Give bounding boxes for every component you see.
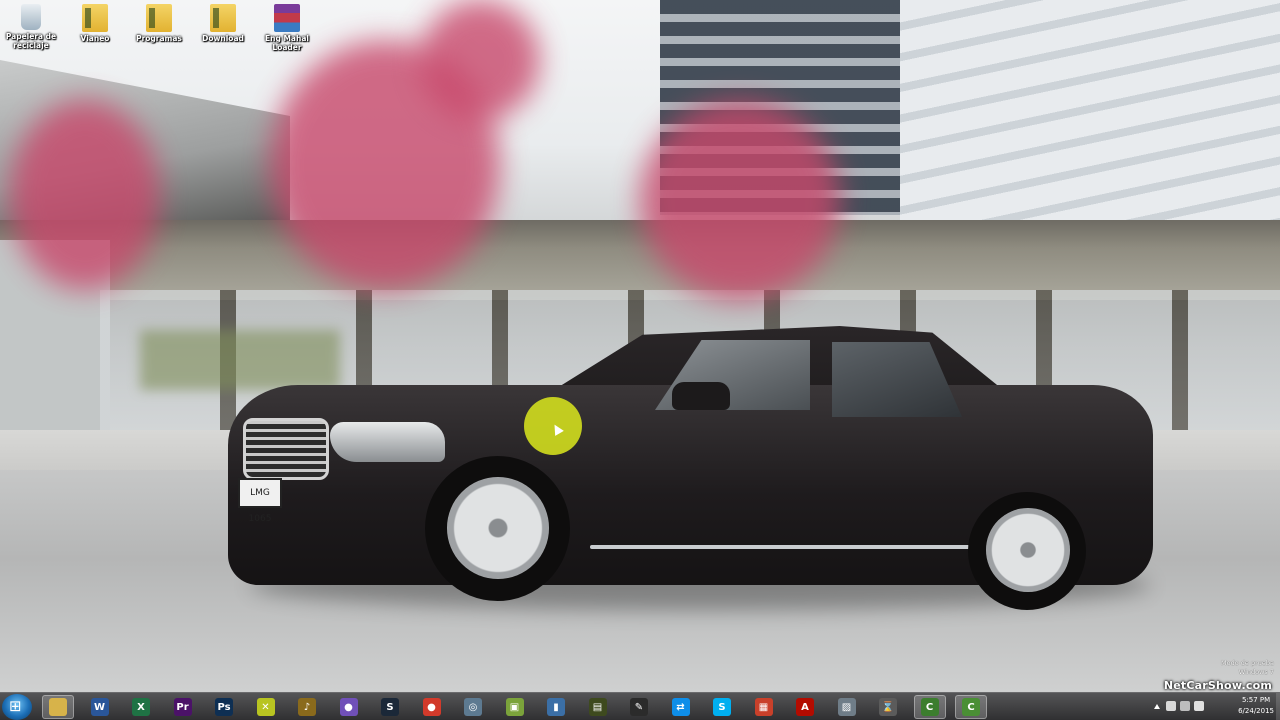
purple-app-icon: ● [339,698,358,716]
desktop-icon-label: Download [202,34,244,43]
chrome-icon: ● [422,698,441,716]
word-icon: W [90,698,109,716]
test-mode-watermark: Modo de prueba Windows 7 [1221,659,1274,677]
car-mirror [672,382,730,410]
folder-icon [82,4,108,32]
grid-app-icon: ▦ [754,698,773,716]
taskbar-app-media-app[interactable]: ▤ [582,695,614,719]
taskbar-app-image-app[interactable]: ▨ [831,695,863,719]
car-headlight [330,422,445,462]
pen-tool-icon: ✎ [630,698,648,716]
folder-icon [146,4,172,32]
watermark-line-1: Modo de prueba [1221,659,1274,667]
system-tray: 5:57 PM 6/24/2015 [1150,693,1280,720]
camtasia-2-icon: C [962,698,980,716]
car-license-plate: LMG 1065 [238,478,282,524]
taskbar-app-pen-tool[interactable]: ✎ [623,695,655,719]
start-button[interactable] [2,694,32,720]
folder-green-icon: ▣ [505,698,524,716]
folder-icon [210,4,236,32]
photoshop-icon: Ps [215,698,233,716]
steam-icon: S [381,698,399,716]
car-front-rim [447,477,549,579]
clock-date: 6/24/2015 [1238,707,1274,715]
desktop-icon-recycle-bin[interactable]: Papelera de reciclaje [3,4,59,50]
taskbar-app-teamviewer[interactable]: ⇄ [665,695,697,719]
premiere-icon: Pr [173,698,192,716]
car-rear-rim [986,508,1070,592]
tool-yellow-cross-icon: ✕ [256,698,275,716]
watermark-line-2: Windows 7 [1238,668,1274,676]
taskbar-app-chrome[interactable]: ● [416,695,448,719]
blossom-tree [10,100,160,290]
taskbar-app-tool-yellow-cross[interactable]: ✕ [250,695,282,719]
blossom-tree [640,100,840,300]
winamp-icon: ♪ [298,698,316,716]
taskbar-app-acrobat[interactable]: A [789,695,821,719]
taskbar-app-hourglass-app[interactable]: ⌛ [872,695,904,719]
volume-icon[interactable] [1166,701,1176,711]
skype-icon: S [713,698,731,716]
taskbar-app-skype[interactable]: S [706,695,738,719]
desktop-icon-label: Vianeo [80,34,110,43]
acrobat-icon: A [796,698,814,716]
taskbar-app-file-explorer[interactable] [42,695,74,719]
taskbar-app-camtasia-2[interactable]: C [955,695,987,719]
excel-icon: X [132,698,150,716]
car-grille [243,418,329,480]
recycle-bin-icon [21,4,41,30]
taskbar-app-word[interactable]: W [84,695,116,719]
desktop-wallpaper: LMG 1065 [0,0,1280,692]
greenery [140,330,340,390]
building-ceiling-band [0,220,1280,300]
disc-app-icon: ◎ [464,698,482,716]
car-chrome-trim [590,545,970,549]
building-facade-panel [900,0,1280,225]
tray-clock[interactable]: 5:57 PM 6/24/2015 [1238,695,1274,717]
taskbar-app-folder-green[interactable]: ▣ [499,695,531,719]
desktop-icon-programas[interactable]: Programas [131,4,187,43]
taskbar-app-excel[interactable]: X [125,695,157,719]
desktop-icon-label: Programas [136,34,182,43]
usb-app-icon: ▮ [547,698,565,716]
desktop-icon-label: Papelera de reciclaje [5,32,57,50]
image-app-icon: ▨ [837,698,856,716]
winrar-archive-icon [274,4,300,32]
clock-time: 5:57 PM [1241,696,1271,704]
desktop-icon-vianeo[interactable]: Vianeo [67,4,123,43]
media-app-icon: ▤ [588,698,607,716]
action-center-icon[interactable] [1194,701,1204,711]
network-icon[interactable] [1180,701,1190,711]
file-explorer-icon [49,698,67,716]
desktop-icon-download[interactable]: Download [195,4,251,43]
camtasia-1-icon: C [920,698,939,716]
taskbar-app-premiere[interactable]: Pr [167,695,199,719]
taskbar-app-steam[interactable]: S [374,695,406,719]
blossom-tree [420,0,540,120]
hourglass-app-icon: ⌛ [879,698,897,716]
taskbar: W X Pr Ps ✕ ♪ ● S ● ◎ ▣ ▮ ▤ ✎ ⇄ S ▦ A ▨ ⌛ C C 5:57 PM 6/24/20… [0,692,1280,720]
tray-expand-icon[interactable] [1154,704,1160,709]
taskbar-app-disc-app[interactable]: ◎ [457,695,489,719]
taskbar-app-usb-app[interactable]: ▮ [540,695,572,719]
taskbar-app-grid-app[interactable]: ▦ [748,695,780,719]
taskbar-app-purple-app[interactable]: ● [333,695,365,719]
show-desktop-button[interactable] [1276,693,1280,720]
teamviewer-icon: ⇄ [671,698,690,716]
desktop-icon-loader[interactable]: Eng Mahal Loader [259,4,315,52]
desktop-icon-label: Eng Mahal Loader [265,34,309,52]
brand-watermark: NetCarShow.com [1163,679,1272,692]
taskbar-app-winamp[interactable]: ♪ [291,695,323,719]
taskbar-app-photoshop[interactable]: Ps [208,695,240,719]
taskbar-app-camtasia-1[interactable]: C [913,695,946,719]
